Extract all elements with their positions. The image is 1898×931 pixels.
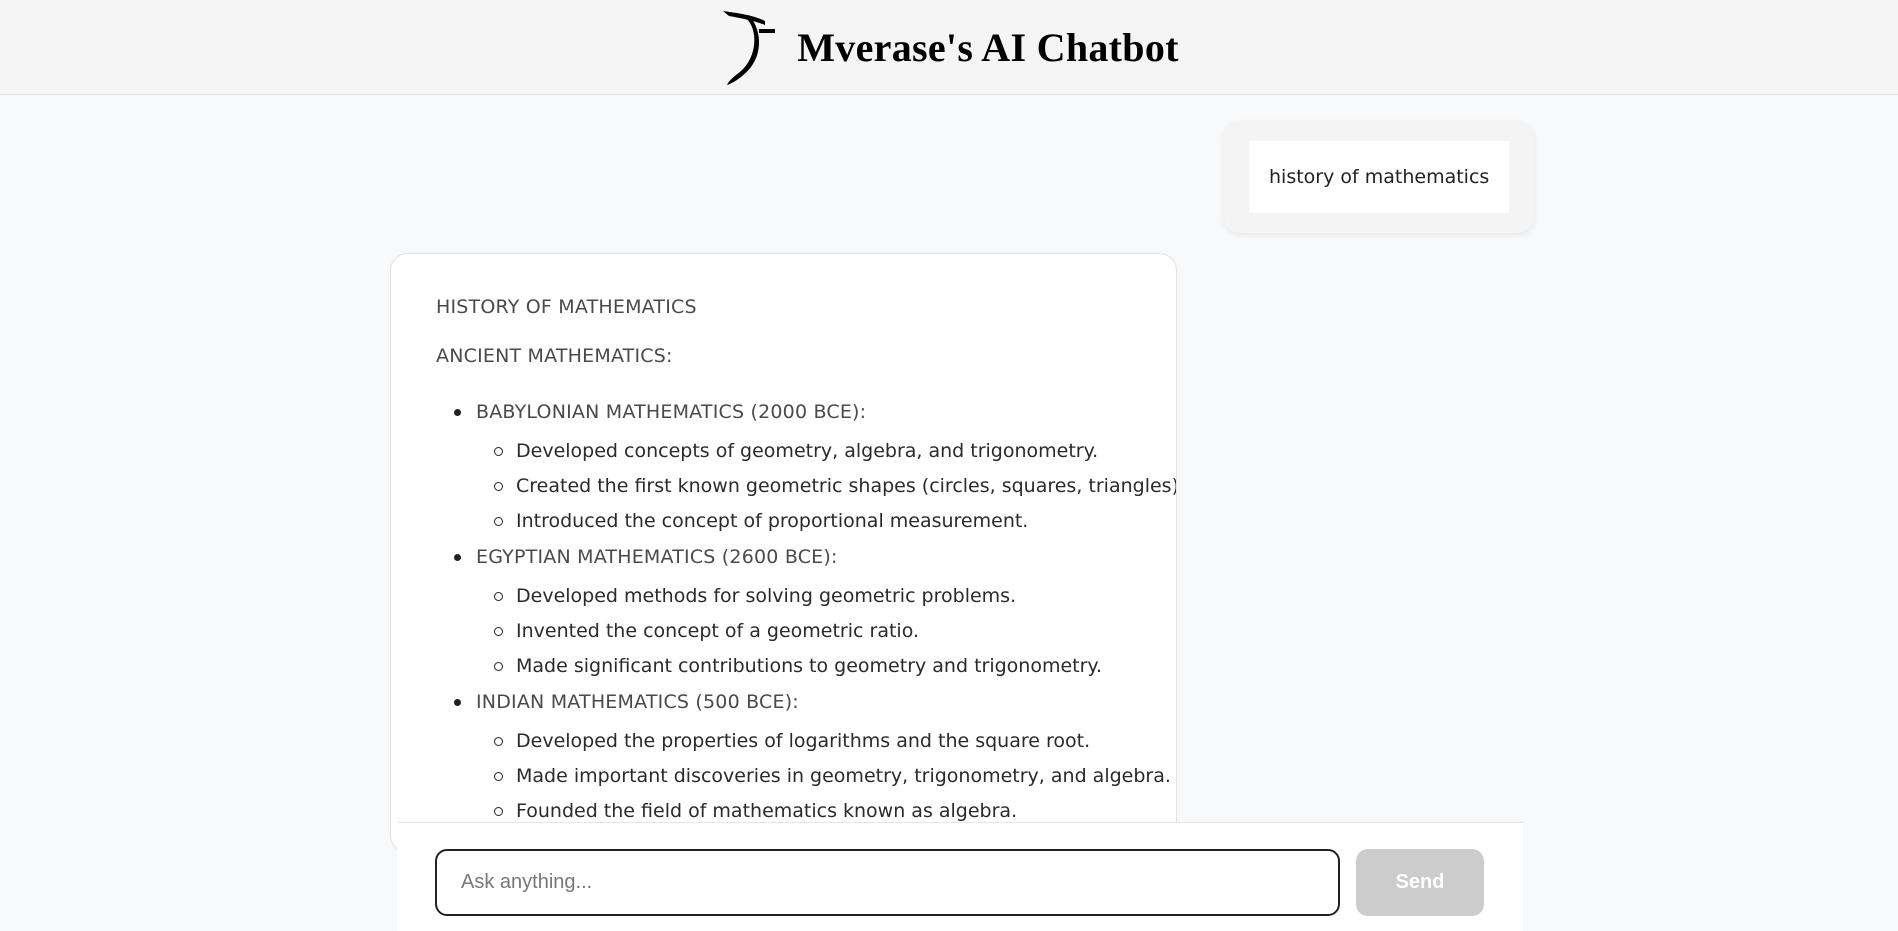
point-item: Developed the properties of logarithms a…: [476, 724, 1131, 759]
chat-input[interactable]: [435, 849, 1340, 916]
point-item: Invented the concept of a geometric rati…: [476, 614, 1131, 649]
point-item: Made significant contributions to geomet…: [476, 649, 1131, 684]
point-list: Developed concepts of geometry, algebra,…: [476, 434, 1176, 539]
send-button[interactable]: Send: [1356, 849, 1484, 916]
response-subheading: ANCIENT MATHEMATICS:: [436, 345, 673, 367]
user-message-bubble: history of mathematics: [1224, 121, 1535, 233]
point-item: Developed methods for solving geometric …: [476, 579, 1131, 614]
section-title: BABYLONIAN MATHEMATICS (2000 BCE):: [476, 401, 867, 423]
point-item: Introduced the concept of proportional m…: [476, 504, 1131, 539]
app-title: Mverase's AI Chatbot: [797, 24, 1179, 70]
point-list: Developed the properties of logarithms a…: [476, 724, 1171, 829]
user-message-text: history of mathematics: [1249, 141, 1510, 213]
point-item: Developed concepts of geometry, algebra,…: [476, 434, 1131, 469]
section-item: EGYPTIAN MATHEMATICS (2600 BCE): Develop…: [436, 539, 1131, 684]
section-title: INDIAN MATHEMATICS (500 BCE):: [476, 691, 799, 713]
point-item: Created the first known geometric shapes…: [476, 469, 1176, 504]
brand-logo-icon: [719, 7, 777, 87]
section-item: INDIAN MATHEMATICS (500 BCE): Developed …: [436, 684, 1171, 829]
section-title: EGYPTIAN MATHEMATICS (2600 BCE):: [476, 546, 838, 568]
section-item: BABYLONIAN MATHEMATICS (2000 BCE): Devel…: [436, 394, 1176, 539]
response-heading: HISTORY OF MATHEMATICS: [436, 296, 697, 318]
message-input-bar: Send: [397, 822, 1523, 931]
app-header: Mverase's AI Chatbot: [0, 0, 1898, 95]
section-list: BABYLONIAN MATHEMATICS (2000 BCE): Devel…: [436, 394, 1176, 829]
point-item: Made important discoveries in geometry, …: [476, 759, 1171, 794]
bot-response-card: HISTORY OF MATHEMATICS ANCIENT MATHEMATI…: [390, 253, 1177, 853]
point-list: Developed methods for solving geometric …: [476, 579, 1131, 684]
